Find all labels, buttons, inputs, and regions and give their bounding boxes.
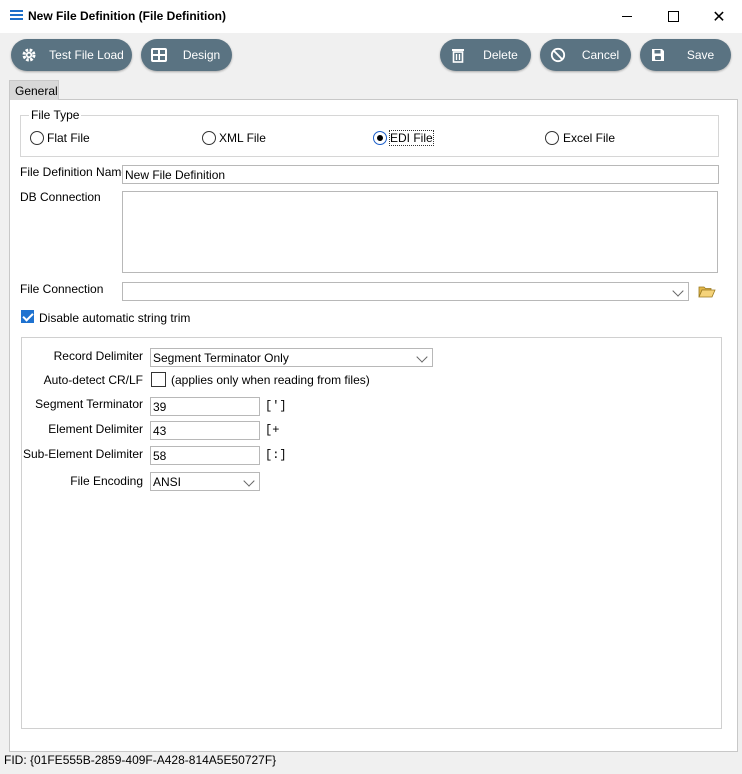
excel-file-label[interactable]: Excel File [563,131,615,145]
file-definition-name-label: File Definition Name [20,165,129,179]
segment-terminator-input[interactable]: 39 [150,397,260,416]
chevron-down-icon [243,475,255,487]
disable-trim-checkbox[interactable] [21,310,34,323]
trash-icon [452,49,464,63]
edi-file-label[interactable]: EDI File [389,130,434,146]
element-delimiter-char: [+ [265,423,280,437]
xml-file-label[interactable]: XML File [219,131,266,145]
segment-terminator-char: ['] [265,399,287,413]
auto-detect-note: (applies only when reading from files) [171,373,370,387]
sub-element-delimiter-input[interactable]: 58 [150,446,260,465]
title-bar: New File Definition (File Definition) ✕ [0,0,742,33]
save-label: Save [686,48,715,62]
file-encoding-select[interactable]: ANSI [150,472,260,491]
save-button[interactable]: Save [640,39,731,71]
floppy-icon [652,49,664,61]
cancel-button[interactable]: Cancel [540,39,631,71]
toolbar: Test File Load Design Delete Cancel Save [0,33,742,77]
record-delimiter-label: Record Delimiter [53,349,143,363]
element-delimiter-input[interactable]: 43 [150,421,260,440]
test-file-load-label: Test File Load [49,48,124,62]
file-connection-combo[interactable] [122,282,689,301]
chevron-down-icon [416,351,428,363]
db-connection-label: DB Connection [20,190,101,204]
design-button[interactable]: Design [141,39,232,71]
close-icon: ✕ [712,8,726,26]
db-connection-textarea[interactable] [122,191,718,273]
disable-trim-label[interactable]: Disable automatic string trim [39,311,190,325]
maximize-button[interactable] [650,0,696,33]
tab-general[interactable]: General [9,80,59,100]
auto-detect-label: Auto-detect CR/LF [43,373,143,387]
gear-icon [22,48,36,62]
file-encoding-label: File Encoding [70,474,143,488]
design-label: Design [182,48,221,62]
segment-terminator-label: Segment Terminator [35,397,143,411]
edi-file-radio[interactable] [373,131,387,145]
flat-file-label[interactable]: Flat File [47,131,90,145]
file-type-legend: File Type [29,108,82,122]
window-title: New File Definition (File Definition) [28,9,226,23]
table-icon [151,48,167,62]
delete-label: Delete [483,48,518,62]
chevron-down-icon [672,285,684,297]
file-definition-name-input[interactable]: New File Definition [122,165,719,184]
edi-settings-panel [21,337,722,729]
flat-file-radio[interactable] [30,131,44,145]
excel-file-radio[interactable] [545,131,559,145]
sub-element-delimiter-label: Sub-Element Delimiter [22,447,143,461]
file-connection-label: File Connection [20,282,104,296]
minimize-button[interactable] [604,0,650,33]
cancel-label: Cancel [581,48,620,62]
app-menu-icon[interactable] [10,10,23,21]
delete-button[interactable]: Delete [440,39,531,71]
close-button[interactable]: ✕ [696,0,742,33]
file-encoding-value: ANSI [153,475,182,489]
xml-file-radio[interactable] [202,131,216,145]
sub-element-delimiter-char: [:] [265,448,287,462]
auto-detect-checkbox[interactable] [151,372,166,387]
element-delimiter-label: Element Delimiter [48,422,143,436]
cancel-icon [550,47,566,63]
test-file-load-button[interactable]: Test File Load [11,39,132,71]
tab-general-label: General [15,84,58,98]
record-delimiter-value: Segment Terminator Only [153,351,289,365]
status-fid: FID: {01FE555B-2859-409F-A428-814A5E5072… [4,753,277,767]
record-delimiter-select[interactable]: Segment Terminator Only [150,348,433,367]
folder-open-icon[interactable] [698,284,716,299]
